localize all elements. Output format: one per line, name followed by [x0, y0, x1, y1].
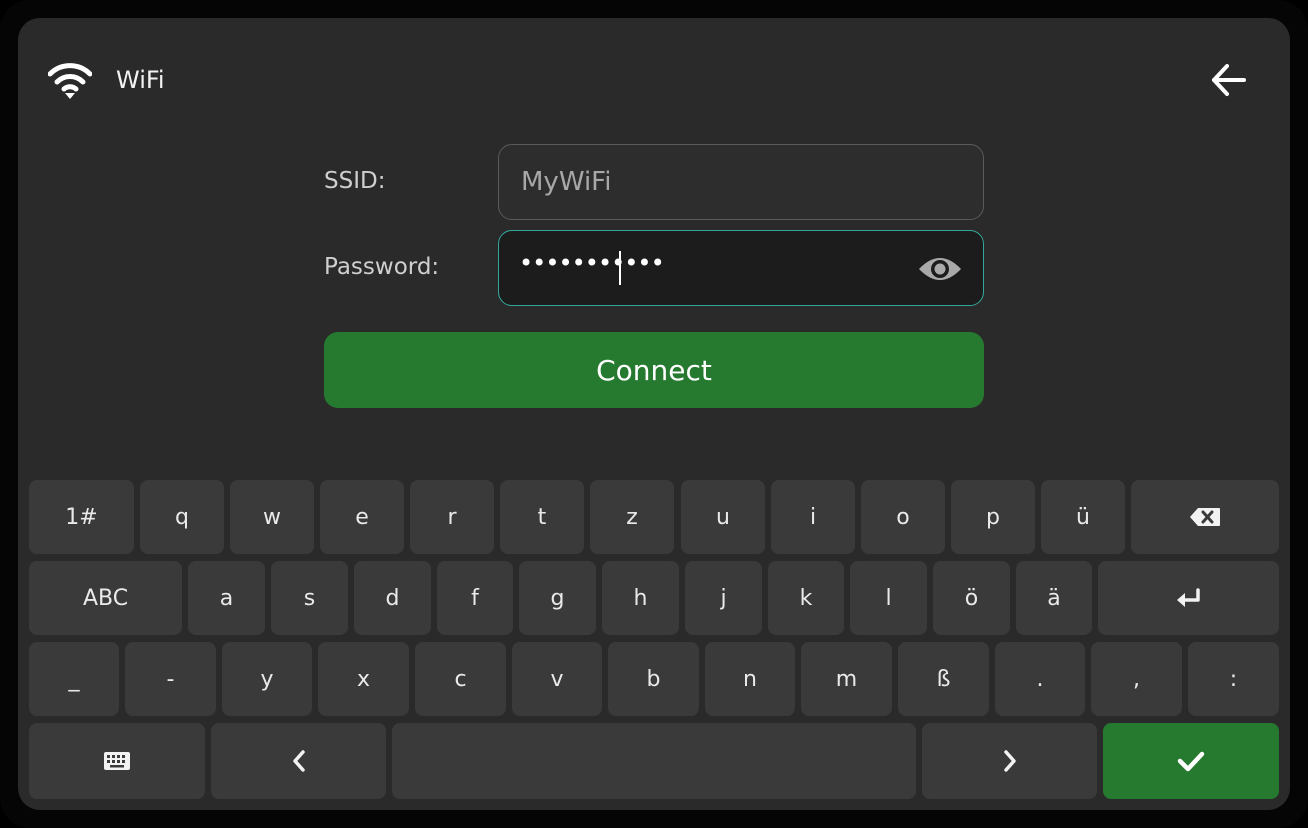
ssid-input[interactable]: MyWiFi — [498, 144, 984, 220]
ssid-label: SSID: — [324, 168, 386, 194]
key-r[interactable]: r — [410, 480, 494, 554]
keyboard-icon — [104, 752, 130, 770]
ssid-value: MyWiFi — [521, 167, 612, 197]
key-v[interactable]: v — [512, 642, 602, 716]
page-title: WiFi — [116, 66, 165, 94]
enter-icon — [1176, 588, 1200, 607]
key-hide-keyboard[interactable] — [29, 723, 205, 799]
key-k[interactable]: k — [768, 561, 844, 635]
connect-button[interactable]: Connect — [324, 332, 984, 408]
eye-icon[interactable] — [917, 251, 963, 287]
key-w[interactable]: w — [230, 480, 314, 554]
key-y[interactable]: y — [222, 642, 312, 716]
key-cursor-right[interactable] — [922, 723, 1097, 799]
key-m[interactable]: m — [801, 642, 892, 716]
key-hyphen[interactable]: - — [125, 642, 216, 716]
key-u-umlaut[interactable]: ü — [1041, 480, 1125, 554]
key-period[interactable]: . — [995, 642, 1085, 716]
key-d[interactable]: d — [354, 561, 431, 635]
key-e[interactable]: e — [320, 480, 404, 554]
device-frame: WiFi SSID: MyWiFi Password: ••••••••••• … — [0, 0, 1308, 828]
key-enter[interactable] — [1098, 561, 1279, 635]
key-i[interactable]: i — [771, 480, 855, 554]
key-a[interactable]: a — [188, 561, 265, 635]
key-g[interactable]: g — [519, 561, 596, 635]
key-s[interactable]: s — [271, 561, 348, 635]
key-abc-toggle[interactable]: ABC — [29, 561, 182, 635]
key-eszett[interactable]: ß — [898, 642, 989, 716]
key-cursor-left[interactable] — [211, 723, 386, 799]
password-value: ••••••••••• — [519, 249, 665, 277]
key-n[interactable]: n — [705, 642, 795, 716]
key-z[interactable]: z — [590, 480, 674, 554]
key-underscore[interactable]: _ — [29, 642, 119, 716]
text-caret — [619, 251, 621, 285]
key-confirm[interactable] — [1103, 723, 1279, 799]
key-b[interactable]: b — [608, 642, 699, 716]
key-backspace[interactable] — [1131, 480, 1279, 554]
key-q[interactable]: q — [140, 480, 224, 554]
key-a-umlaut[interactable]: ä — [1016, 561, 1092, 635]
key-x[interactable]: x — [318, 642, 409, 716]
key-numeric-toggle[interactable]: 1# — [29, 480, 134, 554]
key-h[interactable]: h — [602, 561, 679, 635]
chevron-right-icon — [1003, 750, 1016, 772]
checkmark-icon — [1177, 751, 1205, 772]
key-o[interactable]: o — [861, 480, 945, 554]
key-o-umlaut[interactable]: ö — [933, 561, 1010, 635]
chevron-left-icon — [292, 750, 305, 772]
key-space[interactable] — [392, 723, 916, 799]
key-u[interactable]: u — [681, 480, 765, 554]
screen: WiFi SSID: MyWiFi Password: ••••••••••• … — [18, 18, 1290, 810]
key-f[interactable]: f — [437, 561, 513, 635]
key-comma[interactable]: , — [1091, 642, 1182, 716]
key-j[interactable]: j — [685, 561, 762, 635]
key-p[interactable]: p — [951, 480, 1035, 554]
password-label: Password: — [324, 254, 440, 280]
key-c[interactable]: c — [415, 642, 506, 716]
key-colon[interactable]: : — [1188, 642, 1279, 716]
wifi-icon — [48, 63, 92, 99]
key-l[interactable]: l — [850, 561, 927, 635]
back-button[interactable] — [1206, 58, 1250, 102]
key-t[interactable]: t — [500, 480, 584, 554]
backspace-icon — [1190, 508, 1220, 526]
password-input[interactable]: ••••••••••• — [498, 230, 984, 306]
arrow-left-icon — [1212, 64, 1246, 96]
